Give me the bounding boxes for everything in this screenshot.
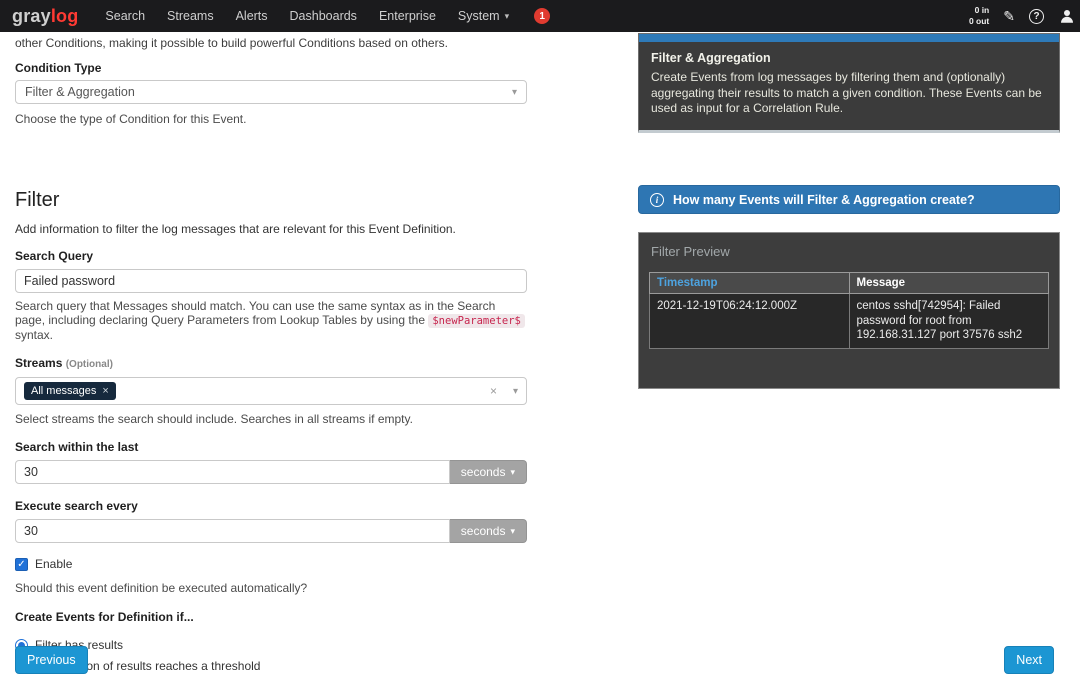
top-navbar: graylog Search Streams Alerts Dashboards… <box>0 0 1080 32</box>
search-query-input[interactable] <box>15 269 527 293</box>
search-within-input[interactable] <box>15 460 450 484</box>
help-icon[interactable]: ? <box>1029 8 1044 24</box>
condition-type-value: Filter & Aggregation <box>25 85 135 99</box>
edit-icon[interactable]: ✎ <box>1003 8 1015 25</box>
user-silhouette <box>1061 10 1073 23</box>
previous-button[interactable]: Previous <box>15 646 88 674</box>
throughput-out: 0 out <box>968 16 990 26</box>
search-query-row <box>15 269 527 293</box>
streams-select[interactable]: All messages × × ▾ <box>15 377 527 405</box>
chevron-down-icon[interactable]: ▾ <box>513 386 518 397</box>
chevron-down-icon: ▾ <box>510 466 515 477</box>
filter-section-description: Add information to filter the log messag… <box>15 222 456 236</box>
unit-label: seconds <box>460 524 506 538</box>
intro-text: other Conditions, making it possible to … <box>15 36 448 50</box>
chevron-down-icon: ▾ <box>510 525 515 536</box>
right-sidebar: Filter & Aggregation Create Events from … <box>638 33 1060 389</box>
search-within-unit-dropdown[interactable]: seconds ▾ <box>449 460 527 484</box>
logo-gray-text: gray <box>12 5 51 26</box>
doc-panel-text: Create Events from log messages by filte… <box>651 70 1042 115</box>
column-header-timestamp[interactable]: Timestamp <box>649 272 850 294</box>
streams-label: Streams (Optional) <box>15 356 527 370</box>
events-info-bar[interactable]: i How many Events will Filter & Aggregat… <box>638 185 1060 214</box>
streams-help: Select streams the search should include… <box>15 412 413 426</box>
unit-label: seconds <box>460 465 506 479</box>
cell-timestamp: 2021-12-19T06:24:12.000Z <box>649 293 850 349</box>
radio-aggregation-threshold[interactable]: Aggregation of results reaches a thresho… <box>15 659 527 673</box>
help-question-glyph: ? <box>1029 8 1044 24</box>
create-events-label: Create Events for Definition if... <box>15 610 194 624</box>
search-within-group: seconds ▾ <box>15 460 527 484</box>
navbar-right: 0 in 0 out ✎ ? <box>969 5 1080 26</box>
info-icon: i <box>650 192 664 207</box>
doc-panel-accent-bar <box>639 34 1059 42</box>
execute-every-group: seconds ▾ <box>15 519 527 543</box>
filter-preview-table: Timestamp Message 2021-12-19T06:24:12.00… <box>649 272 1049 349</box>
nav-item-dashboards[interactable]: Dashboards <box>279 0 368 32</box>
nav-item-label: System <box>457 9 500 23</box>
event-definition-form: other Conditions, making it possible to … <box>15 36 527 673</box>
graylog-logo[interactable]: graylog <box>12 6 78 27</box>
enable-checkbox[interactable]: ✓ <box>15 557 28 571</box>
stream-tag-all-messages: All messages × <box>24 382 116 400</box>
help-text-before: Search query that Messages should match.… <box>15 299 496 327</box>
cell-message: centos sshd[742954]: Failed password for… <box>848 293 1049 349</box>
streams-optional-hint: (Optional) <box>65 359 113 370</box>
enable-help: Should this event definition be executed… <box>15 581 308 595</box>
tag-remove-icon[interactable]: × <box>102 385 108 397</box>
table-row[interactable]: 2021-12-19T06:24:12.000Z centos sshd[742… <box>649 293 1049 349</box>
parameter-code: $newParameter$ <box>428 314 525 328</box>
next-button[interactable]: Next <box>1004 646 1054 674</box>
column-header-message: Message <box>848 272 1049 294</box>
radio-filter-has-results[interactable]: Filter has results <box>15 638 527 652</box>
nav-item-alerts[interactable]: Alerts <box>225 0 279 32</box>
doc-panel-body: Filter & Aggregation Create Events from … <box>639 42 1059 127</box>
user-icon[interactable] <box>1058 7 1076 25</box>
filter-preview-panel: Filter Preview Timestamp Message 2021-12… <box>638 232 1060 389</box>
condition-type-help: Choose the type of Condition for this Ev… <box>15 112 247 126</box>
streams-label-text: Streams <box>15 356 63 370</box>
nav-item-label: Alerts <box>235 9 268 23</box>
notification-badge[interactable]: 1 <box>534 8 551 24</box>
search-query-help: Search query that Messages should match.… <box>15 299 527 342</box>
nav-item-search[interactable]: Search <box>94 0 156 32</box>
condition-type-label: Condition Type <box>15 61 102 75</box>
throughput-in: 0 in <box>974 5 990 16</box>
enable-label: Enable <box>35 557 73 571</box>
enable-checkbox-row[interactable]: ✓ Enable <box>15 557 527 571</box>
logo-red-text: log <box>50 5 79 26</box>
filter-section-title: Filter <box>15 189 60 211</box>
chevron-down-icon: ▾ <box>511 86 517 98</box>
search-within-label: Search within the last <box>15 440 139 454</box>
nav-item-label: Enterprise <box>378 9 436 23</box>
preview-header-row: Timestamp Message <box>649 272 1049 294</box>
execute-every-label: Execute search every <box>15 499 138 513</box>
info-bar-text: How many Events will Filter & Aggregatio… <box>673 192 975 207</box>
condition-doc-panel: Filter & Aggregation Create Events from … <box>638 33 1060 133</box>
doc-panel-title: Filter & Aggregation <box>651 51 771 65</box>
help-text-after: syntax. <box>15 328 54 342</box>
nav-item-label: Streams <box>167 9 214 23</box>
search-query-label: Search Query <box>15 249 94 263</box>
condition-type-select[interactable]: Filter & Aggregation ▾ <box>15 80 527 104</box>
throughput-indicator: 0 in 0 out <box>969 5 989 26</box>
nav-item-label: Search <box>105 9 146 23</box>
clear-all-icon[interactable]: × <box>490 384 497 398</box>
nav-menu: Search Streams Alerts Dashboards Enterpr… <box>94 0 520 32</box>
chevron-down-icon: ▾ <box>504 10 510 21</box>
event-definition-page: graylog Search Streams Alerts Dashboards… <box>0 0 1080 689</box>
nav-item-streams[interactable]: Streams <box>156 0 225 32</box>
nav-item-system[interactable]: System ▾ <box>447 0 520 32</box>
filter-preview-title: Filter Preview <box>651 244 730 259</box>
execute-every-input[interactable] <box>15 519 450 543</box>
stream-tag-label: All messages <box>31 385 97 397</box>
execute-every-unit-dropdown[interactable]: seconds ▾ <box>449 519 527 543</box>
nav-item-enterprise[interactable]: Enterprise <box>368 0 447 32</box>
nav-item-label: Dashboards <box>289 9 357 23</box>
